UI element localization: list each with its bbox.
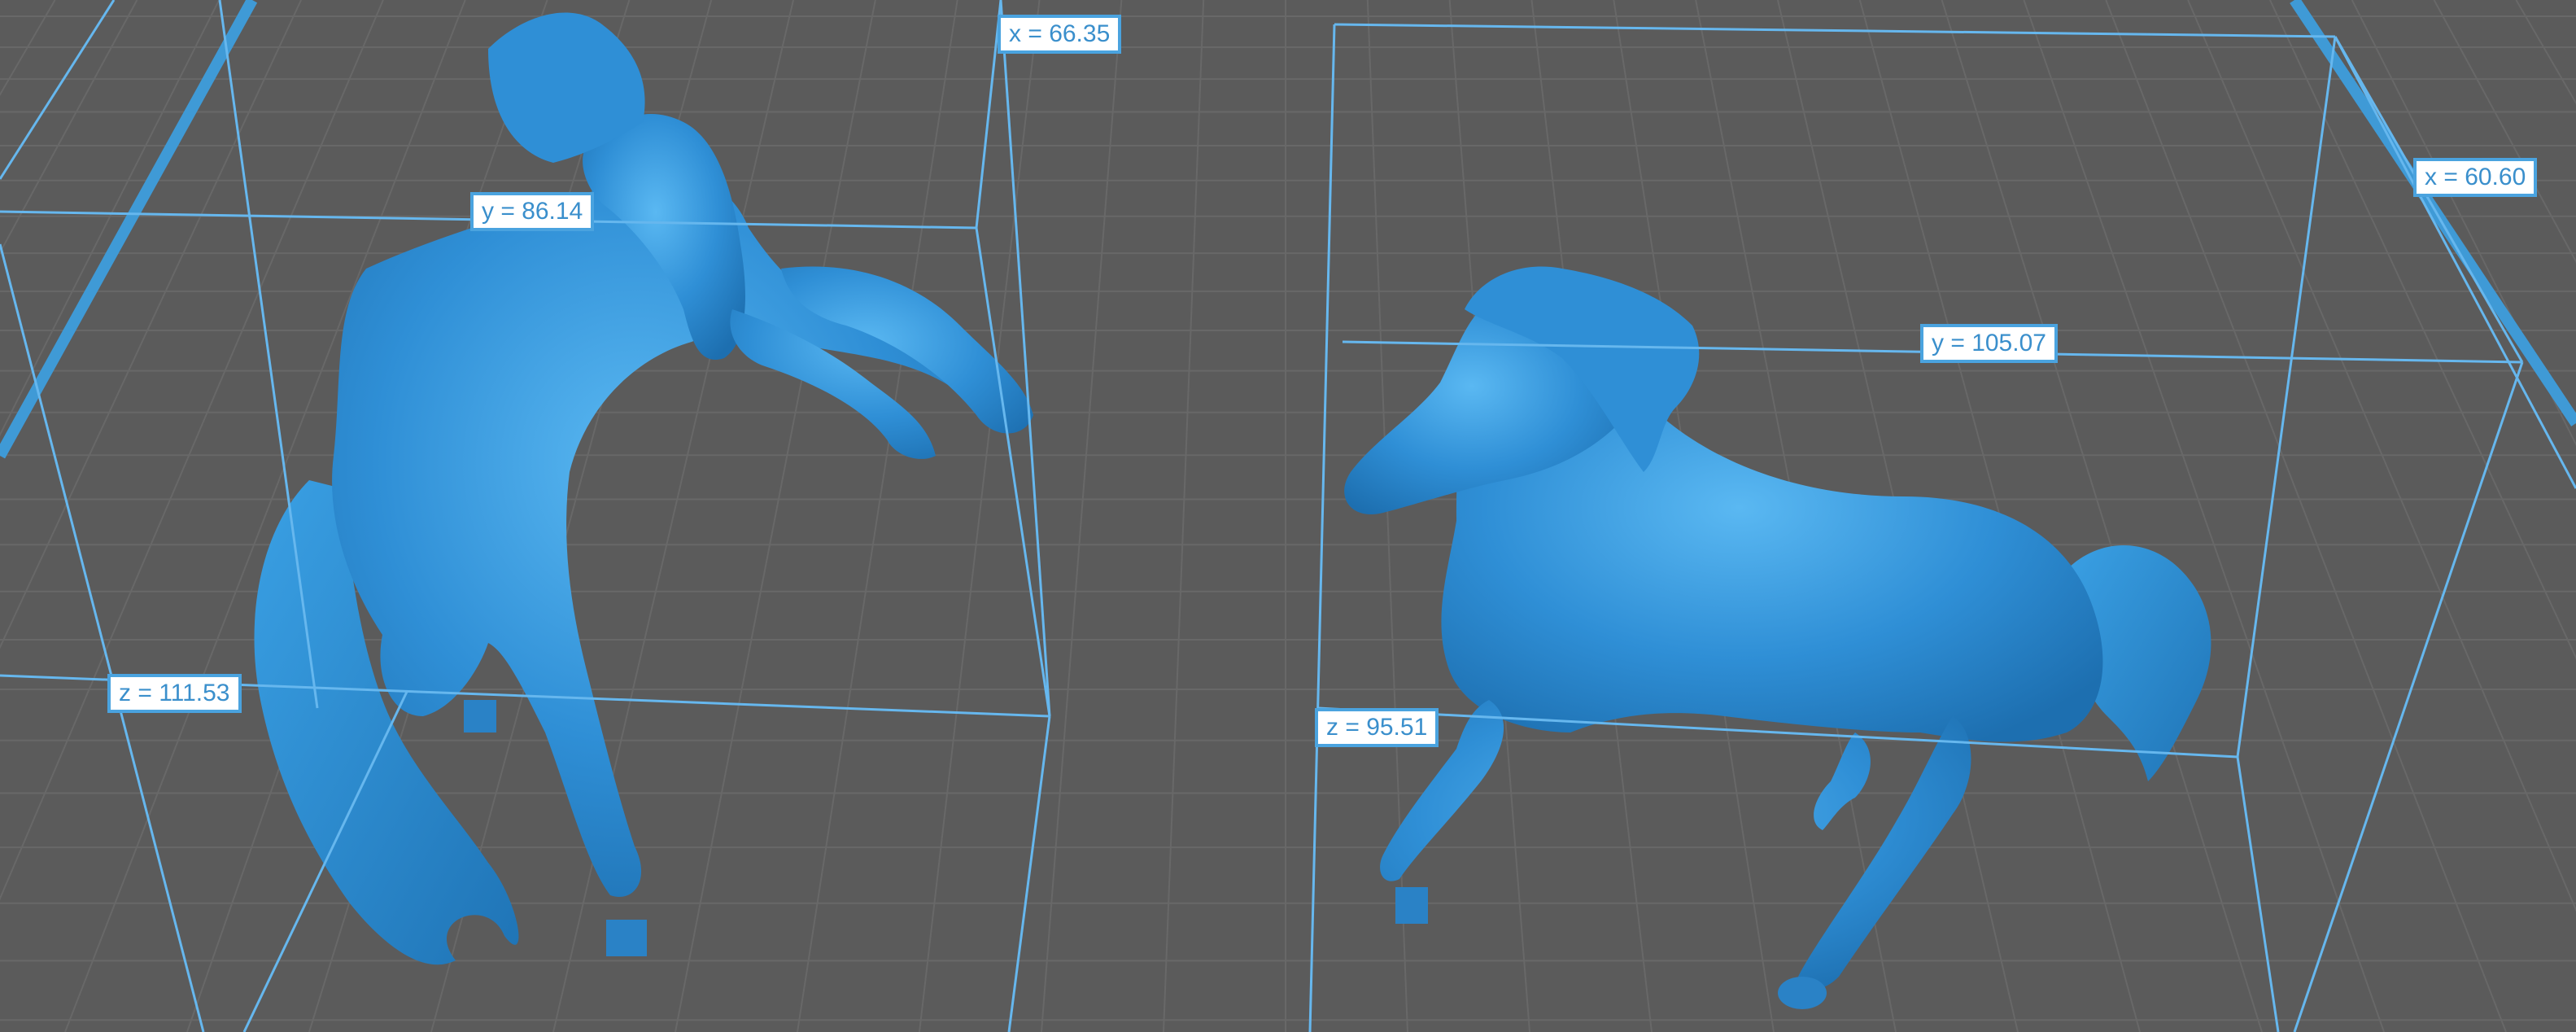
grid-line bbox=[797, 0, 958, 1032]
grid-line bbox=[0, 0, 302, 649]
walking-horse-z-dimension-label: z = 95.51 bbox=[1315, 708, 1439, 747]
grid-line bbox=[2433, 0, 2576, 264]
walking-horse-x-dimension-label: x = 60.60 bbox=[2413, 158, 2538, 197]
grid-line bbox=[2269, 0, 2576, 660]
3d-viewport[interactable]: x = 66.35 y = 86.14 z = 111.53 x = 60.60… bbox=[0, 0, 2576, 1032]
walking-horse-y-dimension-label: y = 105.07 bbox=[1920, 324, 2058, 363]
grid-line bbox=[1163, 0, 1205, 1032]
rearing-horse-y-dimension-label: y = 86.14 bbox=[470, 192, 595, 231]
walking-horse-model[interactable] bbox=[1344, 266, 2211, 1009]
grid-line bbox=[0, 0, 220, 437]
grid-line bbox=[0, 0, 138, 255]
grid-line bbox=[2515, 0, 2576, 105]
walking-horse-legs bbox=[1380, 700, 1971, 989]
grid-line bbox=[2105, 0, 2507, 1032]
rearing-horse-z-dimension-label: z = 111.53 bbox=[107, 674, 242, 713]
grid-line bbox=[919, 0, 1041, 1032]
grid-line bbox=[2023, 0, 2385, 1032]
rearing-horse-hoof bbox=[606, 920, 647, 956]
grid-line bbox=[2351, 0, 2576, 447]
grid-line bbox=[1041, 0, 1123, 1032]
rearing-horse-hoof bbox=[464, 700, 496, 732]
walking-horse-hoof bbox=[1395, 887, 1428, 924]
rearing-horse-model[interactable] bbox=[254, 12, 1034, 965]
walking-horse-hoof bbox=[1778, 977, 1827, 1009]
scene-canvas[interactable] bbox=[0, 0, 2576, 1032]
rearing-horse-x-dimension-label: x = 66.35 bbox=[998, 15, 1122, 54]
